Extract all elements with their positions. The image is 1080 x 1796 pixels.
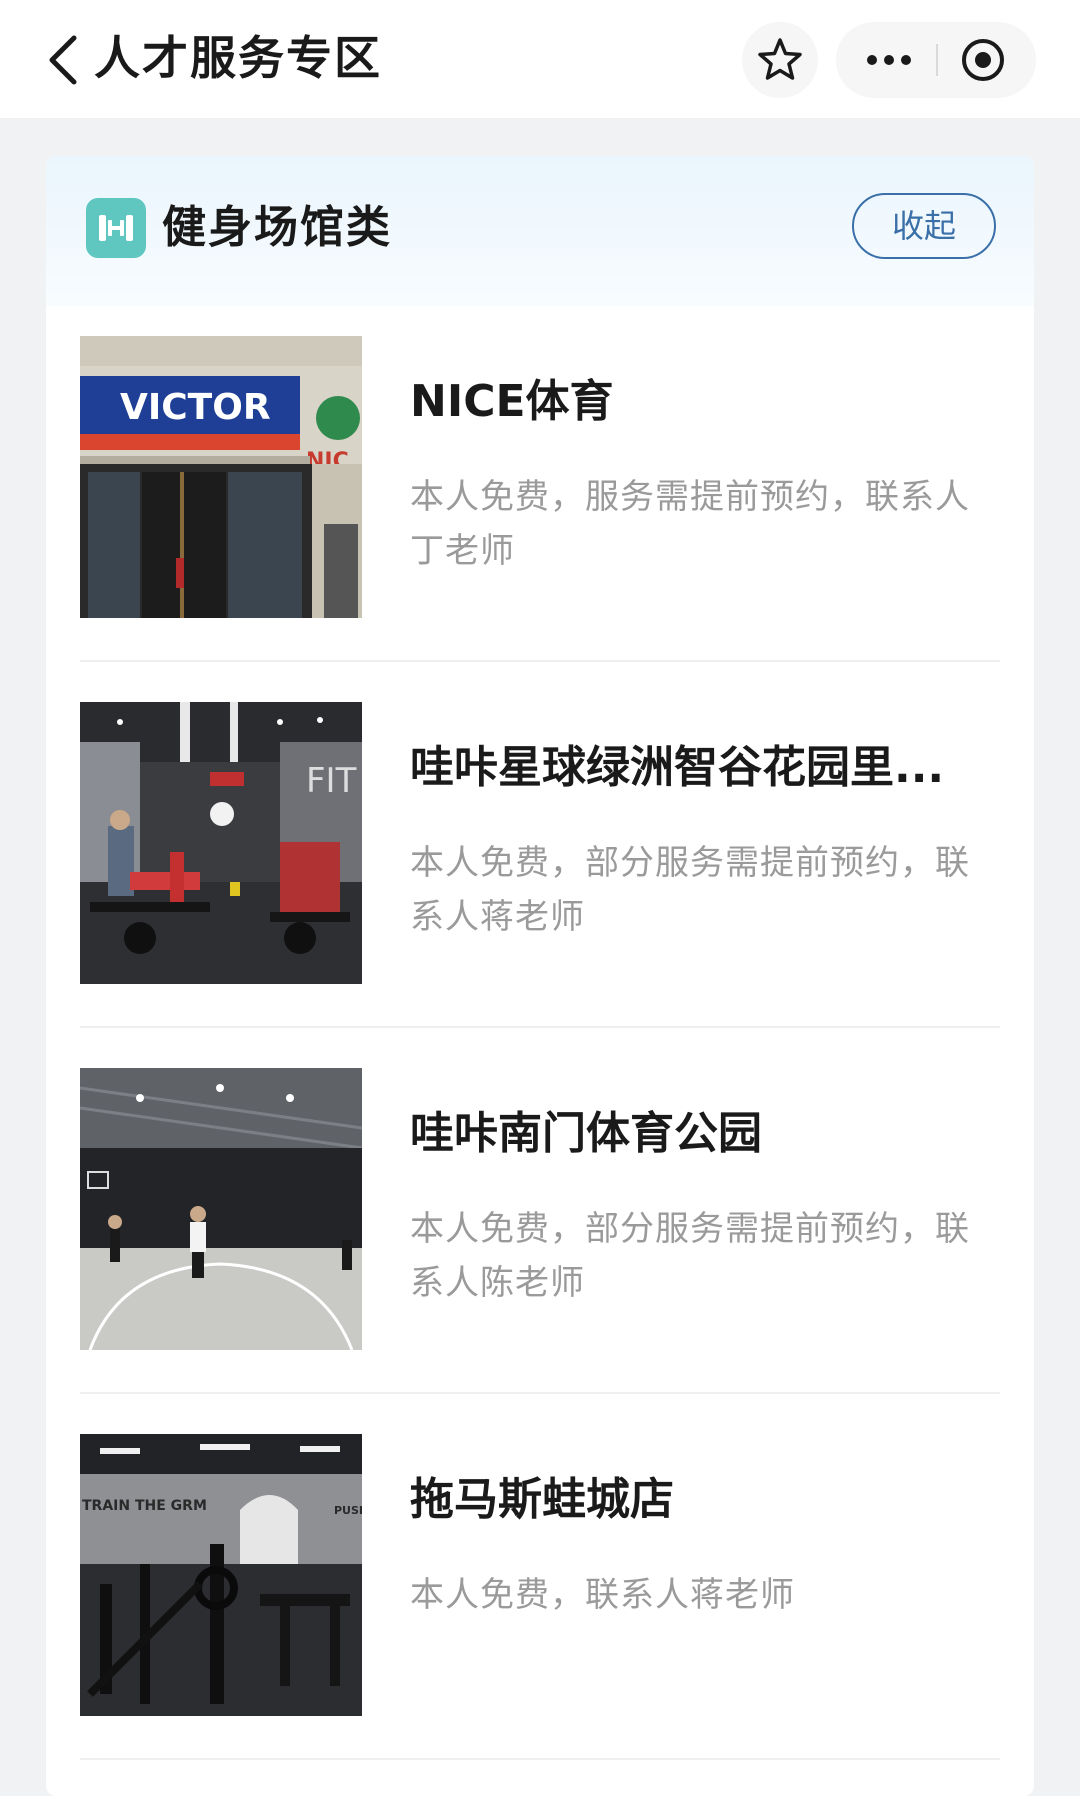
venue-list-item[interactable]: TRAIN THE GRM PUSH 拖马斯蛙城店 本人免费，联系人蒋老师 xyxy=(46,1434,1034,1796)
back-button[interactable] xyxy=(44,28,94,92)
venue-name: 哇咔星球绿洲智谷花园里... xyxy=(410,742,945,793)
venue-photo: TRAIN THE GRM PUSH xyxy=(80,1434,362,1716)
svg-text:VICTOR: VICTOR xyxy=(120,387,271,428)
venue-name: NICE体育 xyxy=(410,376,614,427)
top-nav-bar: 人才服务专区 xyxy=(0,0,1080,118)
venue-name: 哇咔南门体育公园 xyxy=(410,1108,762,1159)
mini-program-capsule xyxy=(836,22,1036,98)
venue-photo: VICTOR NIC xyxy=(80,336,362,618)
venue-list-item[interactable]: 哇咔南门体育公园 本人免费，部分服务需提前预约，联系人陈老师 xyxy=(46,1068,1034,1434)
favorite-button[interactable] xyxy=(742,22,818,98)
venue-photo: FIT xyxy=(80,702,362,984)
star-outline-icon xyxy=(758,38,802,80)
list-divider xyxy=(80,1026,1000,1028)
more-button[interactable] xyxy=(836,22,936,98)
venue-description: 本人免费，服务需提前预约，联系人丁老师 xyxy=(410,477,970,571)
close-mini-program-button[interactable] xyxy=(938,22,1036,98)
page-title: 人才服务专区 xyxy=(94,31,382,85)
list-divider xyxy=(80,1392,1000,1394)
venue-list-item[interactable]: FIT 哇咔星球绿洲智谷花园里... 本人免费，部分服务需提前预约，联系人蒋老师 xyxy=(46,702,1034,1068)
list-divider xyxy=(80,660,1000,662)
category-header: 健身场馆类 收起 xyxy=(46,156,1034,306)
list-divider xyxy=(80,1758,1000,1760)
venue-list-item[interactable]: VICTOR NIC NICE体育 本人免费，服务需提前预约，联系人丁老师 xyxy=(46,336,1034,702)
collapse-button[interactable]: 收起 xyxy=(852,193,996,259)
target-close-icon xyxy=(962,39,1004,81)
venue-description: 本人免费，部分服务需提前预约，联系人蒋老师 xyxy=(410,843,970,937)
dumbbell-icon xyxy=(86,198,146,258)
svg-text:FIT: FIT xyxy=(306,761,357,801)
venue-description: 本人免费，部分服务需提前预约，联系人陈老师 xyxy=(410,1209,970,1303)
venue-name: 拖马斯蛙城店 xyxy=(410,1474,674,1525)
svg-text:TRAIN THE GRM: TRAIN THE GRM xyxy=(82,1498,207,1514)
venue-photo xyxy=(80,1068,362,1350)
more-dots-icon xyxy=(867,55,911,65)
venue-description: 本人免费，联系人蒋老师 xyxy=(410,1575,795,1615)
chevron-left-icon xyxy=(49,35,77,85)
category-title: 健身场馆类 xyxy=(162,202,392,253)
svg-text:PUSH: PUSH xyxy=(334,1504,362,1517)
category-card: 健身场馆类 收起 VICTOR NIC NICE体育 本人免费，服务需提前预约，… xyxy=(46,156,1034,1796)
